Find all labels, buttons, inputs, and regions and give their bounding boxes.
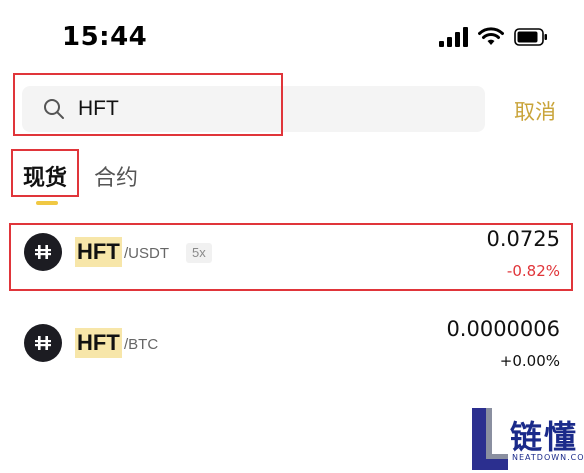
pair-price: 0.0000006 xyxy=(446,317,560,341)
status-time: 15:44 xyxy=(62,22,148,52)
pair-quote-symbol: /BTC xyxy=(124,336,159,353)
cancel-button[interactable]: 取消 xyxy=(514,96,556,126)
active-tab-indicator xyxy=(36,201,58,205)
search-annotation-box xyxy=(13,73,283,136)
pair-base-symbol: HFT xyxy=(75,328,122,358)
watermark-text-cn: 链懂 xyxy=(510,418,579,456)
pair-row-hft-btc[interactable]: HFT /BTC 0.0000006 +0.00% xyxy=(0,305,584,385)
tab-annotation-box xyxy=(11,149,79,197)
pair-change: +0.00% xyxy=(499,352,560,370)
row-annotation-box xyxy=(9,223,573,291)
battery-icon xyxy=(514,28,547,46)
watermark-text-en: NEATDOWN.COM xyxy=(512,453,584,462)
wifi-icon xyxy=(478,27,504,45)
tab-contract[interactable]: 合约 xyxy=(94,160,138,192)
hft-coin-logo-icon xyxy=(24,324,62,362)
status-icons xyxy=(439,26,547,48)
status-bar: 15:44 xyxy=(0,0,584,72)
cellular-signal-icon xyxy=(439,27,468,47)
